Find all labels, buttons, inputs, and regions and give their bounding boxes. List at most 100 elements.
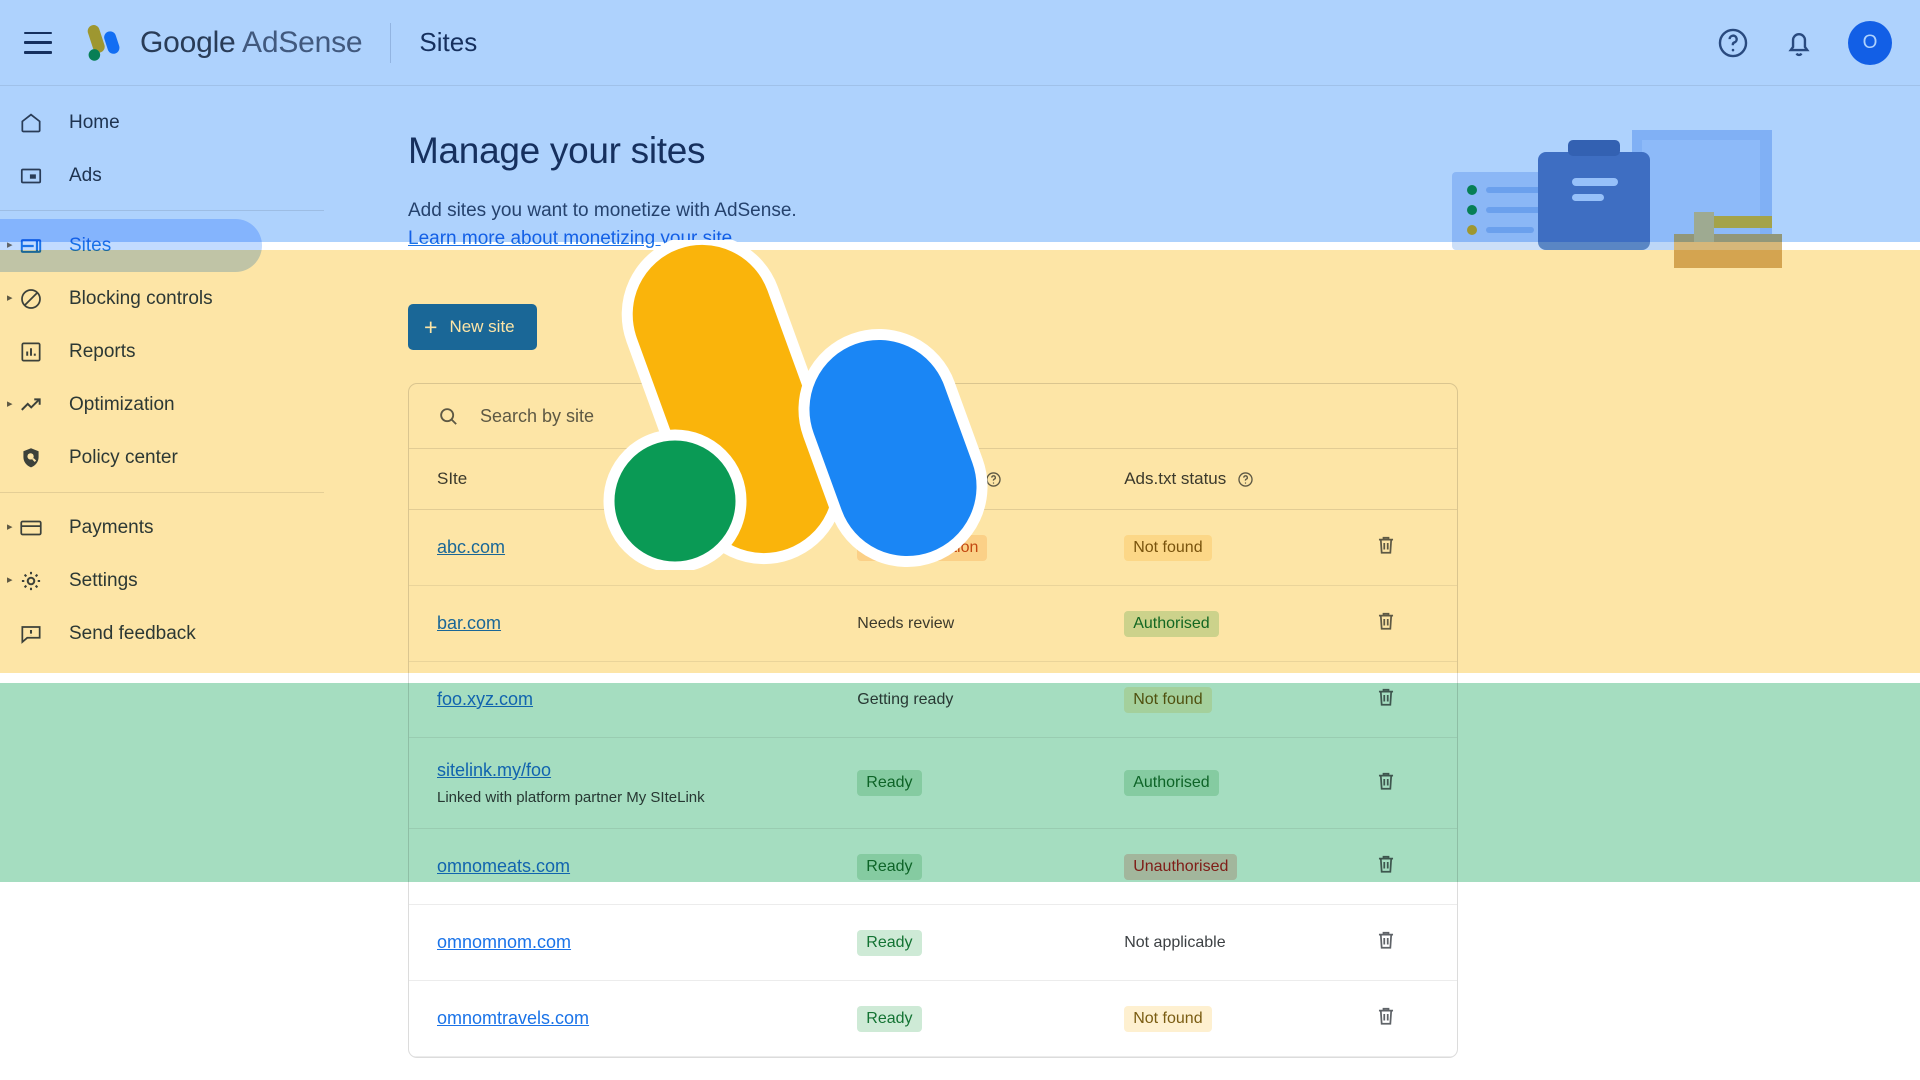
table-row: omnomnom.com Ready Not applicable: [409, 904, 1457, 981]
status-badge: Not found: [1124, 534, 1212, 561]
sidebar-item-policy-center[interactable]: Policy center: [0, 431, 324, 484]
search-row: [409, 384, 1457, 448]
main-content: Manage your sites Add sites you want to …: [324, 86, 1920, 1080]
trash-icon[interactable]: [1373, 1003, 1399, 1029]
sidebar-item-optimization[interactable]: ▸ Optimization: [0, 378, 324, 431]
cell-approval-status: Ready: [857, 904, 1125, 981]
status-badge: Needs review: [857, 614, 955, 632]
site-link[interactable]: omnomnom.com: [437, 932, 571, 952]
adsense-logo-icon: [87, 24, 120, 61]
sidebar-item-reports[interactable]: Reports: [0, 325, 324, 378]
cell-ads-txt-status: Not found: [1124, 980, 1374, 1057]
status-badge: Ready: [857, 770, 922, 796]
header-actions: O: [1716, 20, 1892, 65]
hero-illustration: [1452, 130, 1782, 268]
cell-ads-txt-status: Not applicable: [1124, 904, 1374, 981]
status-badge: Getting ready: [857, 690, 954, 708]
column-header-site-label: SIte: [437, 469, 468, 488]
table-body: abc.com Needs attention Not found bar.com Ne…: [409, 509, 1457, 1057]
bar-chart-icon: [21, 341, 41, 362]
cell-approval-status: Ready: [857, 737, 1125, 829]
column-header-ads-txt-status: Ads.txt status: [1124, 448, 1374, 510]
cell-actions: [1373, 585, 1457, 662]
brand-text: Google AdSense: [140, 25, 363, 60]
avatar[interactable]: O: [1848, 20, 1892, 65]
search-icon: [440, 407, 457, 425]
column-header-site: SIte: [409, 448, 858, 510]
table-row: foo.xyz.com Getting ready Not found: [409, 661, 1457, 738]
sidebar-item-label: Reports: [69, 340, 136, 362]
site-link[interactable]: abc.com: [437, 537, 505, 557]
site-link[interactable]: foo.xyz.com: [437, 689, 533, 709]
sidebar-item-label: Blocking controls: [69, 287, 213, 309]
feedback-icon: [21, 625, 41, 644]
cell-ads-txt-status: Authorised: [1124, 585, 1374, 662]
column-header-ads-label: Ads.txt status: [1124, 469, 1227, 488]
brand-logo-group[interactable]: Google AdSense: [82, 21, 363, 65]
table-header: SIte Approval status Ads.txt status: [409, 448, 1457, 510]
cell-actions: [1373, 980, 1457, 1057]
cell-approval-status: Needs attention: [857, 509, 1125, 586]
sidebar-item-blocking-controls[interactable]: ▸ Blocking controls: [0, 272, 324, 325]
cell-site: omnomnom.com: [409, 904, 858, 981]
block-icon: [21, 288, 41, 309]
status-badge: Not applicable: [1124, 933, 1226, 951]
hamburger-menu-icon[interactable]: [24, 31, 52, 54]
table-row: abc.com Needs attention Not found: [409, 509, 1457, 586]
sidebar-item-ads[interactable]: Ads: [0, 149, 324, 202]
site-link[interactable]: omnomtravels.com: [437, 1008, 589, 1028]
column-header-approval-status: Approval status: [857, 448, 1125, 510]
site-link[interactable]: omnomeats.com: [437, 856, 570, 876]
new-site-button[interactable]: + New site: [408, 304, 537, 350]
cell-site: foo.xyz.com: [409, 661, 858, 738]
chevron-right-icon: ▸: [7, 239, 13, 251]
bell-icon[interactable]: [1782, 26, 1816, 60]
page-breadcrumb: Sites: [419, 27, 478, 57]
plus-icon: +: [424, 313, 438, 340]
trash-icon[interactable]: [1373, 684, 1399, 710]
trash-icon[interactable]: [1373, 532, 1399, 558]
sites-table-card: SIte Approval status: [408, 383, 1458, 1058]
site-link[interactable]: sitelink.my/foo: [437, 760, 551, 780]
table-row: sitelink.my/foo Linked with platform part…: [409, 737, 1457, 829]
column-header-approval-label: Approval status: [857, 469, 975, 488]
cell-ads-txt-status: Unauthorised: [1124, 828, 1374, 905]
search-input[interactable]: [480, 405, 980, 427]
chevron-right-icon: ▸: [7, 292, 13, 304]
sidebar-divider: [0, 492, 324, 493]
cell-approval-status: Getting ready: [857, 661, 1125, 738]
help-circle-icon[interactable]: [1237, 471, 1254, 488]
home-icon: [21, 113, 41, 132]
site-link[interactable]: bar.com: [437, 613, 501, 633]
status-badge: Ready: [857, 1005, 922, 1032]
cell-actions: [1373, 661, 1457, 738]
sidebar-item-label: Send feedback: [69, 622, 196, 644]
help-circle-icon[interactable]: [985, 471, 1002, 488]
sidebar-divider: [0, 210, 324, 211]
cell-site: omnomtravels.com: [409, 980, 858, 1057]
trash-icon[interactable]: [1373, 768, 1399, 794]
trash-icon[interactable]: [1373, 851, 1399, 877]
brand-google: Google: [140, 25, 236, 59]
status-badge: Authorised: [1124, 610, 1219, 637]
sidebar-item-send-feedback[interactable]: Send feedback: [0, 607, 324, 660]
cell-site: sitelink.my/foo Linked with platform part…: [409, 737, 858, 829]
trash-icon[interactable]: [1373, 927, 1399, 953]
sidebar-item-sites[interactable]: ▸ Sites: [0, 219, 262, 272]
status-badge: Ready: [857, 929, 922, 956]
help-circle-icon[interactable]: [1716, 26, 1750, 60]
sites-table: SIte Approval status Ads.txt status abc.…: [409, 448, 1457, 1057]
table-header-row: SIte Approval status Ads.txt status: [409, 448, 1457, 510]
app-header: Google AdSense Sites O: [0, 0, 1920, 86]
sidebar-item-home[interactable]: Home: [0, 96, 324, 149]
cell-actions: [1373, 509, 1457, 586]
ads-icon: [20, 168, 42, 183]
table-row: bar.com Needs review Authorised: [409, 585, 1457, 662]
sidebar-item-label: Sites: [69, 234, 112, 256]
status-badge: Unauthorised: [1124, 853, 1238, 880]
learn-more-link[interactable]: Learn more about monetizing your site: [408, 228, 732, 250]
sidebar-item-payments[interactable]: ▸ Payments: [0, 501, 324, 554]
sidebar-item-settings[interactable]: ▸ Settings: [0, 554, 324, 607]
trash-icon[interactable]: [1373, 608, 1399, 634]
chevron-right-icon: ▸: [7, 574, 13, 586]
